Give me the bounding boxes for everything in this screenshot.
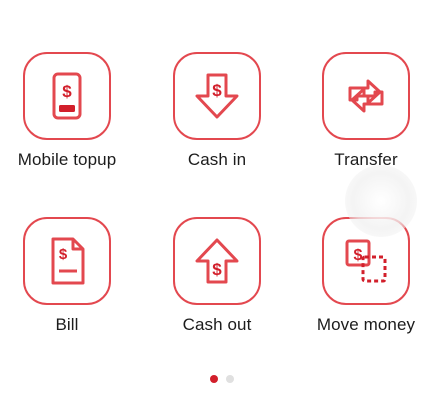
svg-text:$: $ [62, 82, 72, 101]
quick-actions-screen: $ Mobile topup $ Cash in Transfer $ Bill… [0, 0, 444, 412]
mobile-topup-icon-box: $ [23, 52, 111, 140]
page-dot-2[interactable] [226, 375, 234, 383]
transfer-label: Transfer [334, 150, 398, 169]
bill-label: Bill [55, 315, 79, 334]
transfer-icon [348, 79, 384, 113]
svg-text:$: $ [59, 246, 68, 263]
transfer-button[interactable]: Transfer [291, 52, 441, 202]
page-dot-1[interactable] [210, 375, 218, 383]
cash-in-label: Cash in [187, 150, 247, 169]
move-money-icon-box: $ [322, 217, 410, 305]
bill-icon-box: $ [23, 217, 111, 305]
move-money-button[interactable]: $ Move money [291, 217, 441, 367]
transfer-icon-box [322, 52, 410, 140]
cash-in-button[interactable]: $ Cash in [142, 52, 292, 202]
bill-icon: $ [51, 237, 85, 285]
cash-in-icon-box: $ [173, 52, 261, 140]
move-money-label: Move money [316, 315, 416, 334]
mobile-topup-icon: $ [52, 72, 82, 120]
page-indicator [0, 375, 444, 383]
move-money-icon: $ [345, 239, 387, 283]
svg-text:$: $ [212, 260, 222, 279]
svg-text:$: $ [212, 81, 222, 100]
cash-out-icon: $ [195, 238, 239, 284]
svg-text:$: $ [354, 247, 363, 264]
cash-out-icon-box: $ [173, 217, 261, 305]
bill-button[interactable]: $ Bill [0, 217, 142, 367]
cash-in-icon: $ [195, 73, 239, 119]
cash-out-button[interactable]: $ Cash out [142, 217, 292, 367]
cash-out-label: Cash out [182, 315, 252, 334]
mobile-topup-button[interactable]: $ Mobile topup [0, 52, 142, 202]
mobile-topup-label: Mobile topup [17, 150, 117, 169]
